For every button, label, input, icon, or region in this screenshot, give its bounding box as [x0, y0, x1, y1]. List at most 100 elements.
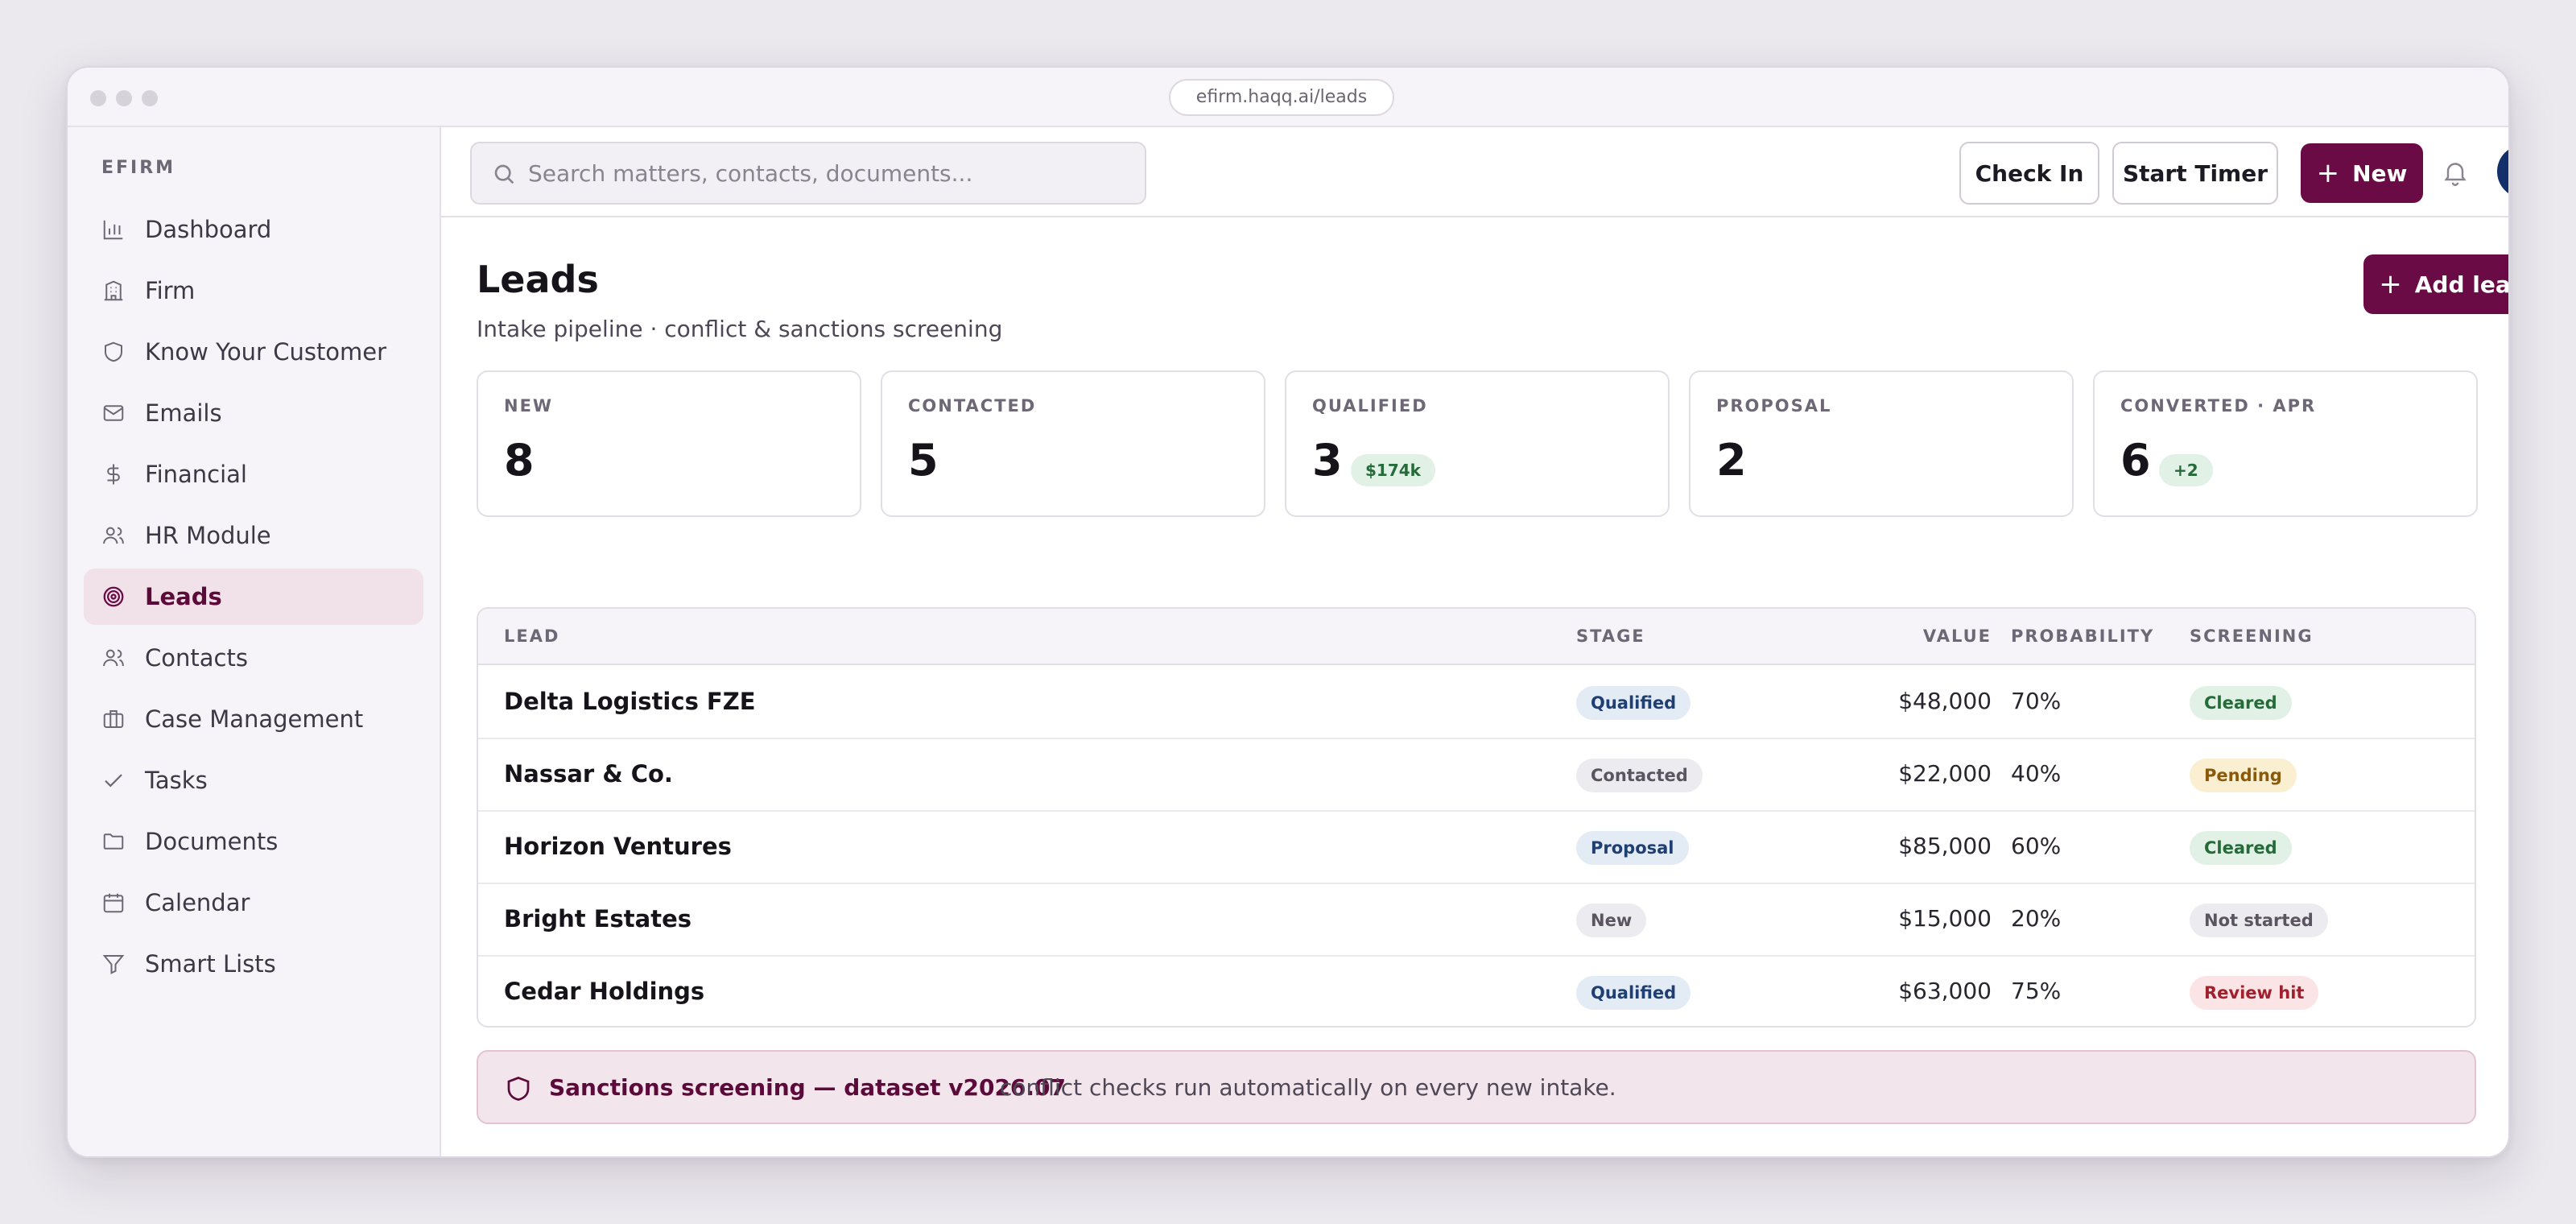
sidebar-item-label: Documents: [145, 828, 279, 855]
stat-card-contacted: CONTACTED 5: [881, 370, 1265, 517]
sidebar-item-label: Emails: [145, 399, 222, 427]
lead-value: $63,000: [1898, 978, 1992, 1004]
add-lead-label: Add lead: [2414, 271, 2510, 298]
calendar-icon: [103, 893, 124, 913]
stage-badge: Proposal: [1576, 831, 1689, 865]
sidebar-item-label: Case Management: [145, 705, 364, 733]
check-in-button[interactable]: Check In: [1959, 142, 2099, 205]
mail-icon: [103, 405, 124, 421]
leads-table: LEAD STAGE VALUE PROBABILITY SCREENING D…: [477, 607, 2476, 1028]
page-subtitle: Intake pipeline · conflict & sanctions s…: [477, 316, 1003, 342]
sidebar-item-contacts[interactable]: Contacts: [84, 630, 423, 686]
target-icon: [103, 586, 124, 607]
sidebar-item-smart-lists[interactable]: Smart Lists: [84, 936, 423, 992]
sidebar-item-emails[interactable]: Emails: [84, 385, 423, 441]
bar-chart-icon: [103, 220, 123, 240]
screening-badge: Pending: [2190, 759, 2297, 792]
table-row[interactable]: Bright Estates New $15,000 20% Not start…: [478, 884, 2475, 957]
sidebar: EFIRM Dashboard Firm Know Your Customer …: [68, 127, 441, 1156]
table-row[interactable]: Cedar Holdings Qualified $63,000 75% Rev…: [478, 957, 2475, 1026]
sidebar-item-dashboard[interactable]: Dashboard: [84, 201, 423, 258]
lead-probability: 75%: [2011, 978, 2062, 1004]
stat-badge: $174k: [1351, 454, 1435, 486]
briefcase-icon: [103, 710, 124, 728]
building-icon: [104, 280, 123, 301]
browser-window: efirm.haqq.ai/leads EFIRM Dashboard Firm…: [66, 66, 2510, 1158]
sidebar-item-documents[interactable]: Documents: [84, 813, 423, 870]
column-header-stage[interactable]: STAGE: [1576, 626, 1645, 646]
users-icon: [103, 527, 124, 544]
sidebar-item-firm[interactable]: Firm: [84, 263, 423, 319]
lead-value: $22,000: [1898, 760, 1992, 787]
shield-icon: [507, 1077, 530, 1101]
column-header-lead[interactable]: LEAD: [504, 626, 559, 646]
address-bar[interactable]: efirm.haqq.ai/leads: [1169, 79, 1394, 116]
stat-card-new: NEW 8: [477, 370, 861, 517]
top-bar: Check In Start Timer + New SM: [441, 127, 2508, 217]
notice-text: conflict checks run automatically on eve…: [1000, 1074, 1616, 1101]
window-minimize-dot[interactable]: [116, 90, 132, 106]
window-zoom-dot[interactable]: [142, 90, 158, 106]
sidebar-item-kyc[interactable]: Know Your Customer: [84, 324, 423, 380]
lead-name: Cedar Holdings: [504, 978, 705, 1005]
page-title: Leads: [477, 258, 599, 301]
search-input[interactable]: [528, 143, 1124, 203]
column-header-probability[interactable]: PROBABILITY: [2011, 626, 2154, 646]
stat-value: 6: [2120, 435, 2151, 486]
stat-card-qualified: QUALIFIED 3 $174k: [1285, 370, 1670, 517]
filter-icon: [102, 955, 125, 974]
screening-badge: Cleared: [2190, 686, 2292, 720]
screening-badge: Review hit: [2190, 976, 2319, 1010]
lead-value: $48,000: [1898, 688, 1992, 714]
stat-value: 3: [1312, 435, 1343, 486]
lead-value: $15,000: [1898, 905, 1992, 932]
screening-badge: Not started: [2190, 904, 2328, 937]
main-content: Leads Intake pipeline · conflict & sanct…: [441, 217, 2510, 1156]
check-icon: [105, 774, 122, 788]
new-button-label: New: [2352, 159, 2408, 187]
stat-label: CONVERTED · APR: [2120, 396, 2317, 416]
sidebar-item-calendar[interactable]: Calendar: [84, 875, 423, 931]
sidebar-item-case-management[interactable]: Case Management: [84, 691, 423, 747]
lead-value: $85,000: [1898, 833, 1992, 859]
table-row[interactable]: Delta Logistics FZE Qualified $48,000 70…: [478, 667, 2475, 739]
add-lead-button[interactable]: + Add lead: [2363, 254, 2510, 314]
column-header-value[interactable]: VALUE: [1923, 626, 1992, 646]
stat-label: PROPOSAL: [1716, 396, 1832, 416]
sidebar-item-label: Smart Lists: [145, 950, 276, 978]
plus-icon: +: [2379, 268, 2402, 300]
lead-probability: 20%: [2011, 905, 2062, 932]
sidebar-item-tasks[interactable]: Tasks: [84, 752, 423, 808]
lead-probability: 40%: [2011, 760, 2062, 787]
stat-card-converted: CONVERTED · APR 6 +2: [2093, 370, 2478, 517]
lead-name: Bright Estates: [504, 905, 692, 932]
sidebar-item-hr-module[interactable]: HR Module: [84, 507, 423, 564]
dollar-icon: [107, 464, 120, 485]
sidebar-item-label: Contacts: [145, 644, 248, 672]
sidebar-item-label: HR Module: [145, 522, 271, 549]
sidebar-item-label: Calendar: [145, 889, 250, 916]
lead-name: Horizon Ventures: [504, 833, 732, 860]
stat-label: QUALIFIED: [1312, 396, 1428, 416]
column-header-screening[interactable]: SCREENING: [2190, 626, 2314, 646]
bell-icon[interactable]: [2441, 158, 2470, 187]
sidebar-item-label: Financial: [145, 461, 247, 488]
stat-value: 8: [504, 435, 535, 486]
sidebar-item-label: Leads: [145, 583, 222, 610]
plus-icon: +: [2316, 157, 2340, 189]
stat-card-proposal: PROPOSAL 2: [1689, 370, 2074, 517]
table-row[interactable]: Horizon Ventures Proposal $85,000 60% Cl…: [478, 812, 2475, 884]
table-row[interactable]: Nassar & Co. Contacted $22,000 40% Pendi…: [478, 739, 2475, 812]
sidebar-item-label: Dashboard: [145, 216, 272, 243]
sidebar-item-financial[interactable]: Financial: [84, 446, 423, 502]
sidebar-item-leads[interactable]: Leads: [84, 569, 423, 625]
new-button[interactable]: + New: [2301, 143, 2423, 203]
avatar[interactable]: SM: [2497, 145, 2508, 198]
start-timer-button[interactable]: Start Timer: [2112, 142, 2278, 205]
lead-probability: 60%: [2011, 833, 2062, 859]
window-close-dot[interactable]: [90, 90, 106, 106]
search-box[interactable]: [470, 142, 1146, 205]
folder-icon: [103, 833, 124, 850]
stage-badge: Qualified: [1576, 686, 1691, 720]
shield-icon: [105, 341, 122, 362]
